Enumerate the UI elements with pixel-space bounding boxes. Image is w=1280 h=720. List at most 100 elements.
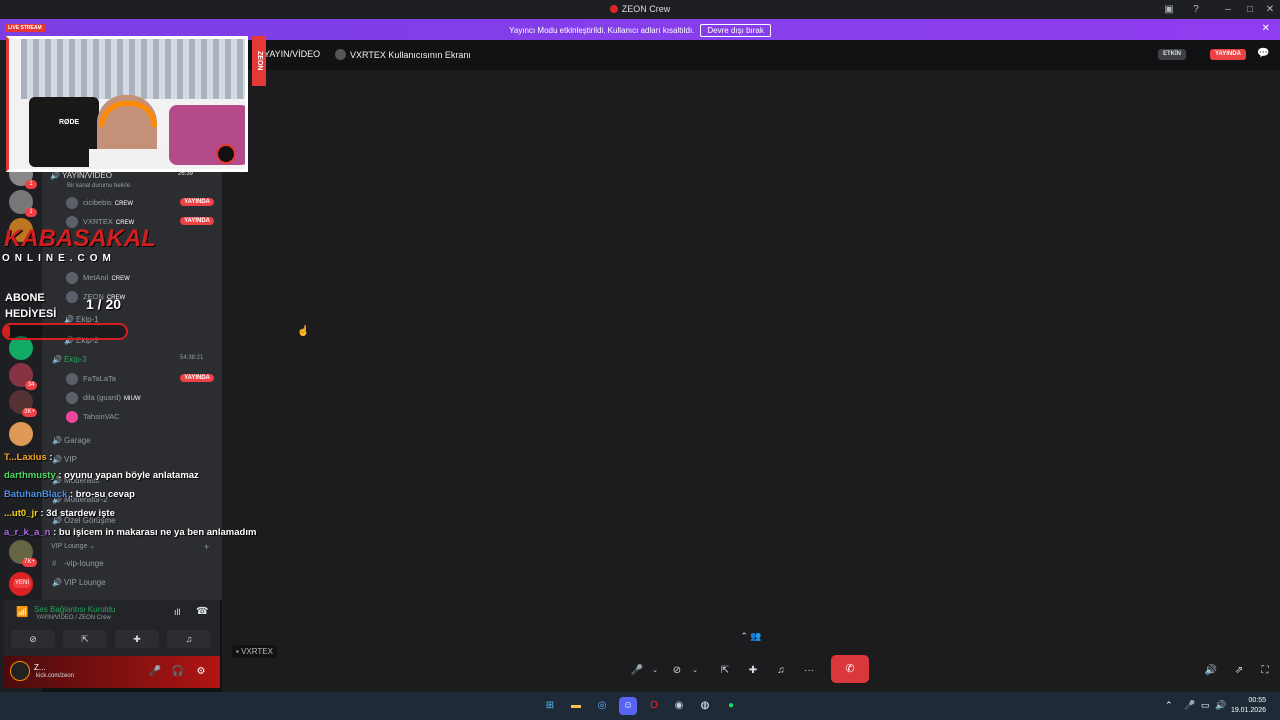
server-icon[interactable]: YENİ (9, 572, 33, 596)
channel-timer: 54:38:21 (180, 355, 204, 361)
camera-options-chevron-icon[interactable]: ⌄ (690, 662, 700, 680)
stage-header: YAYIN/VİDEO VXRTEX Kullanıcısının Ekranı… (222, 40, 1280, 70)
voice-member[interactable]: FaTaLaTa (66, 373, 116, 387)
spotify-icon[interactable]: ● (722, 697, 740, 715)
channel-vip-lounge-text[interactable]: # -vip-lounge (52, 559, 104, 568)
share-screen-button[interactable]: ⇱ (63, 630, 107, 648)
server-icon[interactable] (9, 422, 33, 446)
window-title: ZEON Crew (0, 4, 1280, 14)
camera-button[interactable]: ⊘ (670, 662, 684, 680)
channel-ekip-3[interactable]: 🔊 Ekip-3 54:38:21 (52, 355, 203, 364)
server-icon[interactable]: 7K+ (9, 540, 37, 567)
sub-goal-progress (2, 323, 128, 340)
streamer-shirt (89, 149, 169, 169)
fullscreen-icon[interactable]: ⛶ (1258, 662, 1272, 680)
avatar (66, 272, 78, 284)
mic-button[interactable]: 🎤 (630, 662, 644, 680)
screen-share-button[interactable]: ⇱ (718, 662, 732, 680)
chat-message: T...Laxius : (4, 452, 53, 463)
chat-message: BatuhanBlack : bro-su cevap (4, 489, 135, 500)
window-close-icon[interactable]: ✕ (1263, 3, 1277, 16)
clock-time: 00:55 (1248, 697, 1266, 704)
more-options-icon[interactable]: ··· (802, 662, 816, 680)
sub-goal-count: 1 / 20 (86, 296, 122, 312)
volume-icon[interactable]: 🔊 (1204, 662, 1218, 680)
background-shelf (21, 39, 245, 99)
avatar (335, 49, 346, 60)
voice-icon: 🔊 (50, 171, 60, 180)
stream-name-tag: ▪ VXRTEX (232, 645, 277, 658)
server-icon[interactable]: 3K+ (9, 390, 37, 417)
chat-icon[interactable]: 💬 (1257, 48, 1269, 59)
soundboard-icon[interactable]: ♫ (774, 662, 788, 680)
mouse-cursor-icon: ☝ (297, 326, 310, 337)
inbox-icon[interactable]: ▣ (1162, 3, 1176, 16)
speaker-icon[interactable]: 🔊 (1215, 700, 1226, 711)
microphone-icon[interactable]: 🎤 (148, 665, 162, 679)
server-icon[interactable]: 1 (9, 190, 37, 217)
mic-tray-icon[interactable]: 🎤 (1184, 700, 1195, 711)
discord-icon[interactable]: ☺ (619, 697, 637, 715)
network-icon[interactable]: ▭ (1201, 700, 1210, 711)
file-explorer-icon[interactable]: ▬ (567, 697, 585, 715)
activities-button[interactable]: ✚ (115, 630, 159, 648)
active-pill: ETKİN (1158, 49, 1186, 60)
banner-close-icon[interactable]: ✕ (1262, 23, 1270, 34)
settings-gear-icon[interactable]: ⚙ (194, 665, 208, 679)
camera-off-button[interactable]: ⊘ (11, 630, 55, 648)
pop-out-icon[interactable]: ⇗ (1232, 662, 1246, 680)
voice-status[interactable]: Ses Bağlantısı Kuruldu (34, 605, 115, 614)
server-icon[interactable]: 34 (9, 363, 37, 390)
voice-member[interactable]: dila (guard) MIUW (66, 392, 141, 406)
start-icon[interactable]: ⊞ (541, 697, 559, 715)
steam-icon[interactable]: ◉ (670, 697, 688, 715)
mic-brand-text: RØDE (59, 119, 80, 126)
sponsor-brand: KABASAKAL (4, 225, 156, 252)
soundboard-button[interactable]: ♫ (167, 630, 211, 648)
help-icon[interactable]: ? (1189, 3, 1203, 16)
channel-garage[interactable]: 🔊 Garage (52, 436, 91, 445)
clock[interactable]: 00:55 19.01.2026 (1231, 696, 1266, 716)
tray-expand-icon[interactable]: ⌃ (1165, 700, 1173, 711)
headphones-icon[interactable]: 🎧 (171, 665, 185, 679)
channel-vip[interactable]: 🔊 VIP (52, 455, 77, 464)
browser-icon[interactable]: ◎ (593, 697, 611, 715)
sponsor-domain: ONLINE.COM (2, 253, 116, 264)
category-vip-lounge[interactable]: VIP Lounge ⌄ (51, 542, 95, 550)
channel-status-hint[interactable]: Bir kanal durumu belirle (67, 183, 130, 189)
stream-stage[interactable]: ⌃ 👥 ▪ VXRTEX 🎤 ⌄ ⊘ ⌄ ⇱ ✚ ♫ ··· ✆ 🔊 ⇗ ⛶ ☝ (222, 70, 1280, 692)
voice-location[interactable]: YAYIN/VİDEO / ZEON Crew (36, 615, 111, 621)
minimize-icon[interactable]: – (1221, 3, 1235, 16)
voice-member[interactable]: cicibebis CREW (66, 197, 133, 211)
chat-message: a_r_k_a_n : bu işicem in makarası ne ya … (4, 527, 257, 538)
voice-icon: 🔊 (52, 455, 62, 464)
voice-member[interactable]: TahsinVAC (66, 411, 120, 425)
avatar (66, 373, 78, 385)
screen-share-label: VXRTEX Kullanıcısının Ekranı (335, 49, 471, 60)
channel-vip-lounge-voice[interactable]: 🔊 VIP Lounge (52, 578, 106, 587)
channel-yayin-video[interactable]: 🔊 YAYIN/VİDEO 26:39 (50, 171, 193, 180)
background-pillows (169, 105, 245, 165)
end-call-button[interactable]: ✆ (831, 655, 869, 683)
banner-message: Yayıncı Modu etkinleştirildi. Kullanıcı … (509, 26, 695, 35)
expand-participants-icon[interactable]: ⌃ 👥 (736, 628, 766, 644)
avatar (66, 411, 78, 423)
opera-icon[interactable]: O (645, 697, 663, 715)
obs-icon[interactable]: ◍ (696, 697, 714, 715)
maximize-icon[interactable]: □ (1243, 3, 1257, 16)
noise-suppression-icon[interactable]: ıll (174, 607, 181, 617)
avatar[interactable] (10, 661, 30, 681)
disable-streamer-mode-button[interactable]: Devre dışı bırak (700, 24, 771, 37)
voice-connection-panel: 📶 Ses Bağlantısı Kuruldu YAYIN/VİDEO / Z… (4, 600, 220, 656)
signal-icon: 📶 (16, 607, 29, 618)
webcam-overlay: RØDE (6, 36, 248, 172)
mic-options-chevron-icon[interactable]: ⌄ (650, 662, 660, 680)
sub-goal-label: ABONE HEDİYESİ (5, 292, 57, 320)
title-bar: ZEON Crew ▣ ? – □ ✕ (0, 0, 1280, 19)
voice-member[interactable]: MetAnıl CREW (66, 272, 130, 286)
live-badge: YAYINDA (180, 374, 214, 382)
add-channel-icon[interactable]: + (204, 542, 209, 552)
activities-icon[interactable]: ✚ (746, 662, 760, 680)
disconnect-icon[interactable]: ☎ (196, 606, 208, 617)
custom-status: kick.com/zeon (36, 673, 75, 679)
